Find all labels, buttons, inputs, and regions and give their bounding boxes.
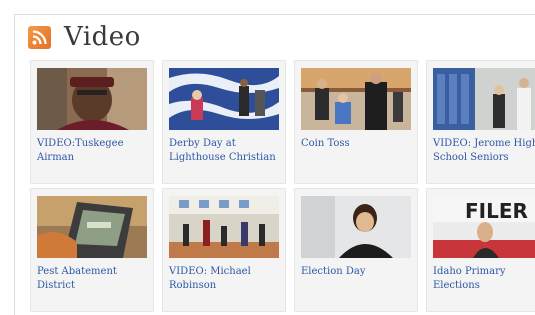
video-thumbnail[interactable]: [169, 68, 279, 130]
video-card[interactable]: VIDEO: Jerome High School Seniors: [426, 60, 535, 184]
video-thumbnail[interactable]: [301, 196, 411, 258]
filer-sign-text: FILER: [465, 199, 528, 223]
video-card[interactable]: Derby Day at Lighthouse Christian: [162, 60, 286, 184]
section-header: Video: [28, 22, 141, 52]
video-card[interactable]: Coin Toss: [294, 60, 418, 184]
video-thumbnail[interactable]: [37, 196, 147, 258]
video-card[interactable]: VIDEO:Tuskegee Airman: [30, 60, 154, 184]
video-link[interactable]: Pest Abatement District: [37, 265, 151, 293]
video-thumbnail[interactable]: [301, 68, 411, 130]
rss-feed-icon[interactable]: [28, 25, 51, 49]
video-card[interactable]: Election Day: [294, 188, 418, 312]
video-link[interactable]: VIDEO: Michael Robinson: [169, 265, 283, 293]
section-title: Video: [64, 22, 141, 52]
video-thumbnail[interactable]: [37, 68, 147, 130]
video-thumbnail[interactable]: [433, 68, 535, 130]
video-link[interactable]: VIDEO:Tuskegee Airman: [37, 137, 151, 165]
video-link[interactable]: VIDEO: Jerome High School Seniors: [433, 137, 535, 165]
video-card[interactable]: VIDEO: Michael Robinson: [162, 188, 286, 312]
video-card[interactable]: Pest Abatement District: [30, 188, 154, 312]
video-thumbnail[interactable]: FILER: [433, 196, 535, 258]
video-link[interactable]: Derby Day at Lighthouse Christian: [169, 137, 283, 165]
video-card[interactable]: FILER Idaho Primary Elections: [426, 188, 535, 312]
video-link[interactable]: Idaho Primary Elections: [433, 265, 535, 293]
video-thumbnail[interactable]: [169, 196, 279, 258]
video-link[interactable]: Coin Toss: [301, 137, 415, 151]
video-link[interactable]: Election Day: [301, 265, 415, 279]
